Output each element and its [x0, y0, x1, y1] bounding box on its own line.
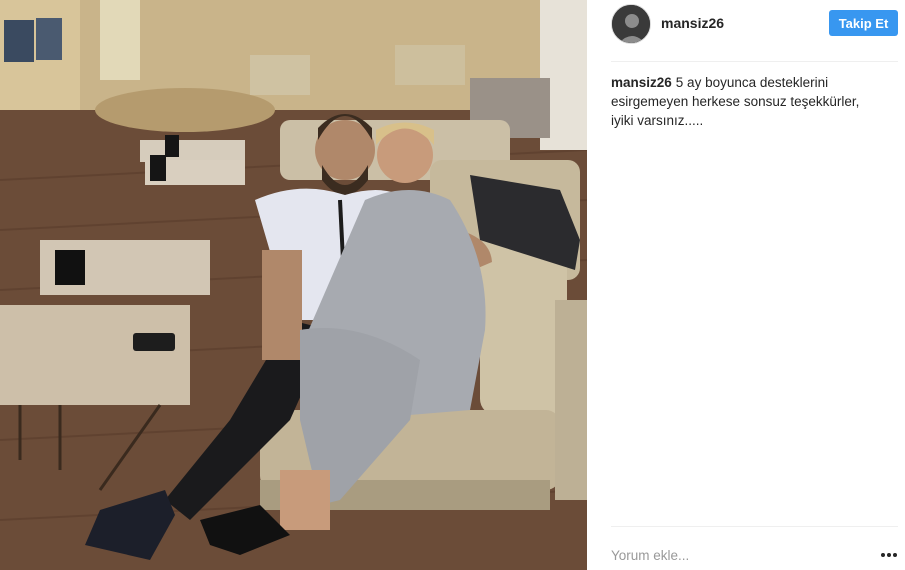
- user-avatar-icon[interactable]: [611, 4, 651, 44]
- comment-divider: [611, 526, 898, 527]
- follow-button[interactable]: Takip Et: [829, 10, 898, 36]
- post-sidebar: mansiz26 Takip Et mansiz26 5 ay boyunca d…: [587, 0, 905, 570]
- more-dot: [881, 553, 885, 557]
- post-caption: mansiz26 5 ay boyunca desteklerini esirge…: [611, 73, 873, 130]
- caption-username-link[interactable]: mansiz26: [611, 75, 672, 90]
- more-dot: [893, 553, 897, 557]
- post-photo[interactable]: [0, 0, 587, 570]
- header-divider: [611, 61, 898, 62]
- more-options-icon[interactable]: [879, 551, 899, 559]
- post-header: mansiz26 Takip Et: [587, 0, 905, 62]
- username-link[interactable]: mansiz26: [661, 15, 724, 31]
- more-dot: [887, 553, 891, 557]
- comment-input[interactable]: [611, 546, 851, 564]
